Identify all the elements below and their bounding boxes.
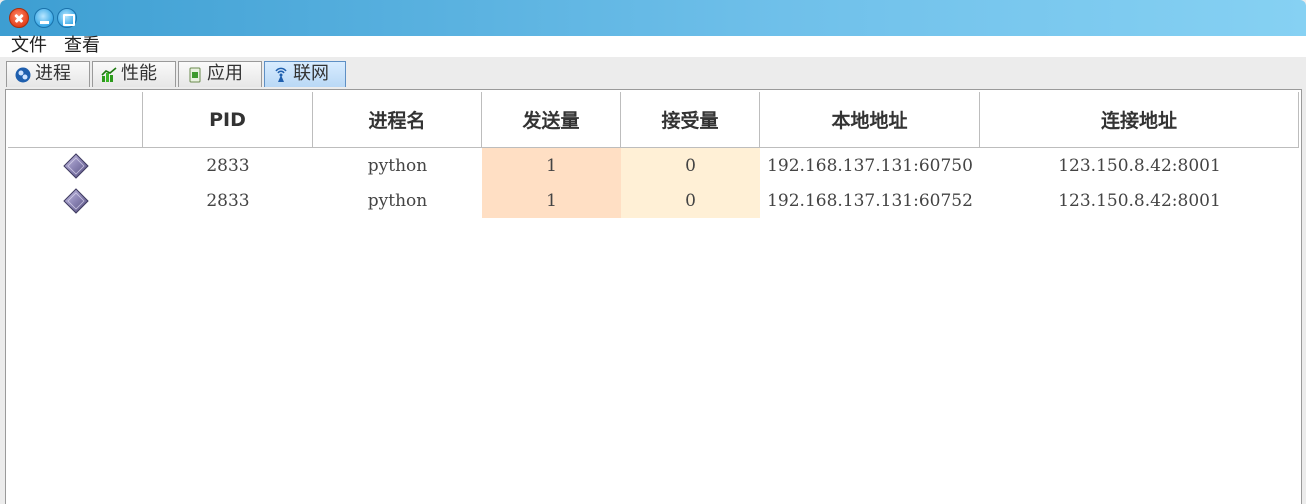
tab-label: 性能 — [121, 63, 157, 84]
minimize-window-button[interactable] — [34, 8, 54, 28]
remote-address-cell: 123.150.8.42:8001 — [1058, 190, 1221, 211]
column-header-icon[interactable] — [8, 92, 143, 148]
tab-label: 应用 — [207, 63, 243, 84]
received-cell: 0 — [621, 183, 760, 218]
menu-file[interactable]: 文件 — [11, 36, 47, 56]
tab-network[interactable]: 联网 — [264, 61, 346, 87]
performance-chart-icon — [101, 67, 117, 82]
remote-address-cell: 123.150.8.42:8001 — [1058, 155, 1221, 176]
received-cell: 0 — [621, 148, 760, 183]
title-bar — [0, 0, 1306, 36]
local-address-cell: 192.168.137.131:60750 — [767, 155, 973, 176]
sent-cell: 1 — [482, 148, 621, 183]
sent-cell: 1 — [482, 183, 621, 218]
tab-strip: 进程 性能 应用 联网 — [0, 57, 1306, 89]
tab-label: 联网 — [293, 63, 329, 84]
process-name-cell: python — [367, 155, 428, 176]
close-window-button[interactable] — [9, 8, 29, 28]
network-connections-table: PID 进程名 发送量 接受量 本地地址 连接地址 2833 python 1 … — [5, 89, 1302, 504]
tab-process[interactable]: 进程 — [6, 61, 90, 87]
local-address-cell: 192.168.137.131:60752 — [767, 190, 973, 211]
process-icon — [15, 67, 31, 83]
menu-bar: 文件 查看 — [0, 36, 1306, 57]
row-icon-cell — [8, 183, 143, 218]
column-header-process-name[interactable]: 进程名 — [313, 92, 482, 148]
process-name-cell: python — [367, 190, 428, 211]
column-header-remote-address[interactable]: 连接地址 — [980, 92, 1299, 148]
column-header-sent[interactable]: 发送量 — [482, 92, 621, 148]
row-icon-cell — [8, 148, 143, 183]
menu-view[interactable]: 查看 — [64, 36, 100, 56]
application-icon — [189, 67, 201, 83]
tab-performance[interactable]: 性能 — [92, 61, 176, 87]
column-header-received[interactable]: 接受量 — [621, 92, 760, 148]
pid-cell: 2833 — [206, 190, 250, 211]
column-header-pid[interactable]: PID — [143, 92, 313, 148]
maximize-window-button[interactable] — [57, 8, 77, 28]
pid-cell: 2833 — [206, 155, 250, 176]
column-header-local-address[interactable]: 本地地址 — [760, 92, 980, 148]
process-diamond-icon — [62, 187, 89, 214]
process-diamond-icon — [62, 152, 89, 179]
tab-label: 进程 — [35, 63, 71, 84]
tab-apps[interactable]: 应用 — [178, 61, 262, 87]
antenna-icon — [275, 67, 287, 82]
